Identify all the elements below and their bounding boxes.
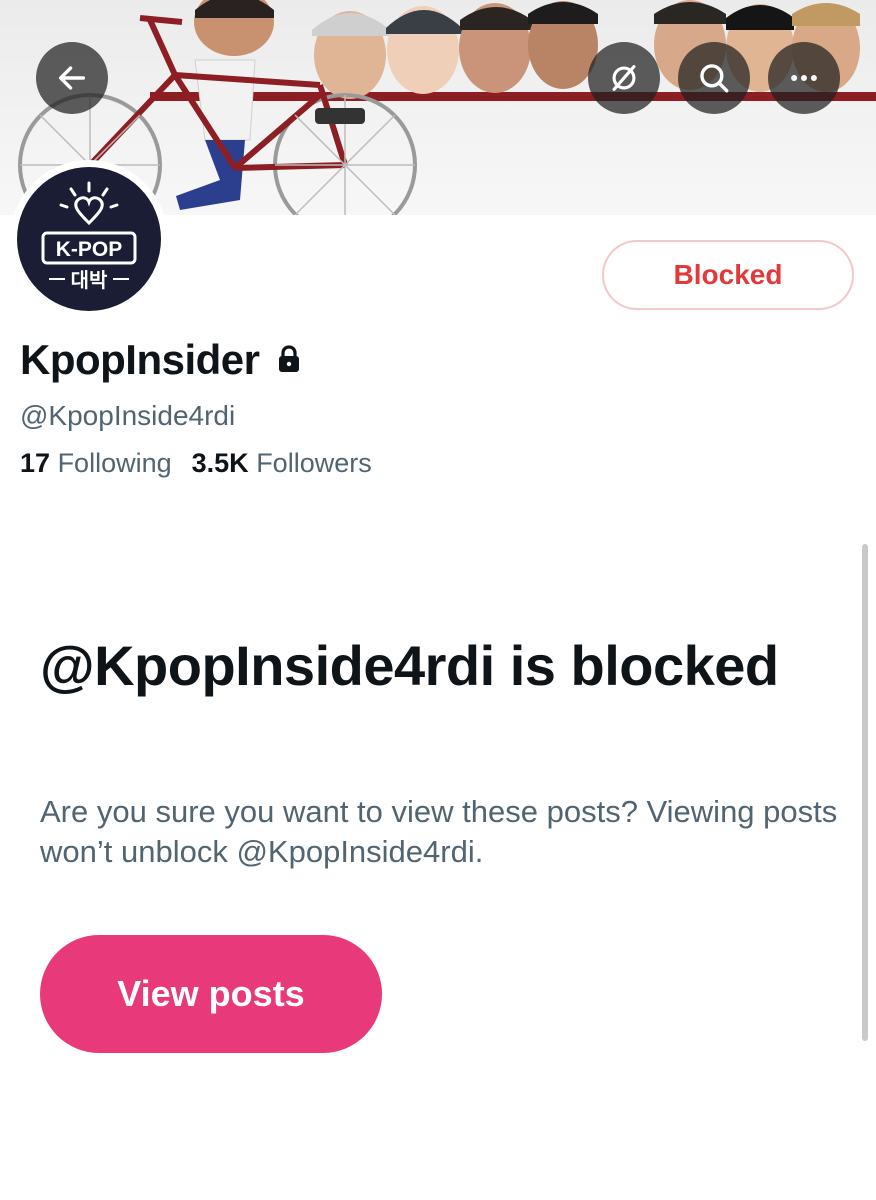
followers-label: Followers <box>256 448 372 478</box>
blocked-button[interactable]: Blocked <box>602 240 854 310</box>
avatar-text-bottom: 대박 <box>71 268 108 292</box>
following-count: 17 <box>20 448 51 478</box>
following-link[interactable]: 17 Following <box>20 448 172 479</box>
profile-avatar[interactable]: K-POP 대박 <box>10 160 168 318</box>
blocked-button-label: Blocked <box>673 259 783 290</box>
followers-link[interactable]: 3.5K Followers <box>192 448 372 479</box>
profile-stats: 17 Following 3.5K Followers <box>20 448 372 479</box>
back-button[interactable] <box>36 42 108 114</box>
search-icon <box>700 64 729 93</box>
lock-icon <box>276 336 302 384</box>
avatar-logo: K-POP 대박 <box>17 167 161 311</box>
more-horizontal-icon <box>791 75 817 81</box>
arrow-left-icon <box>58 66 86 90</box>
followers-count: 3.5K <box>191 448 249 478</box>
view-posts-label: View posts <box>117 973 305 1014</box>
view-posts-button[interactable]: View posts <box>40 935 382 1053</box>
feed-off-icon <box>612 65 636 91</box>
scrollbar[interactable] <box>862 544 868 1041</box>
feed-off-button[interactable] <box>588 42 660 114</box>
search-button[interactable] <box>678 42 750 114</box>
following-label: Following <box>57 448 172 478</box>
profile-handle: @KpopInside4rdi <box>20 400 236 431</box>
more-button[interactable] <box>768 42 840 114</box>
avatar-logo-graphic: K-POP 대박 <box>41 181 137 292</box>
blocked-notice-description: Are you sure you want to view these post… <box>40 794 838 869</box>
avatar-text-top: K-POP <box>56 238 123 261</box>
profile-display-name: KpopInsider <box>20 336 302 384</box>
banner-rail <box>150 92 876 101</box>
display-name-text: KpopInsider <box>20 336 260 383</box>
blocked-notice-title: @KpopInside4rdi is blocked <box>40 634 779 697</box>
